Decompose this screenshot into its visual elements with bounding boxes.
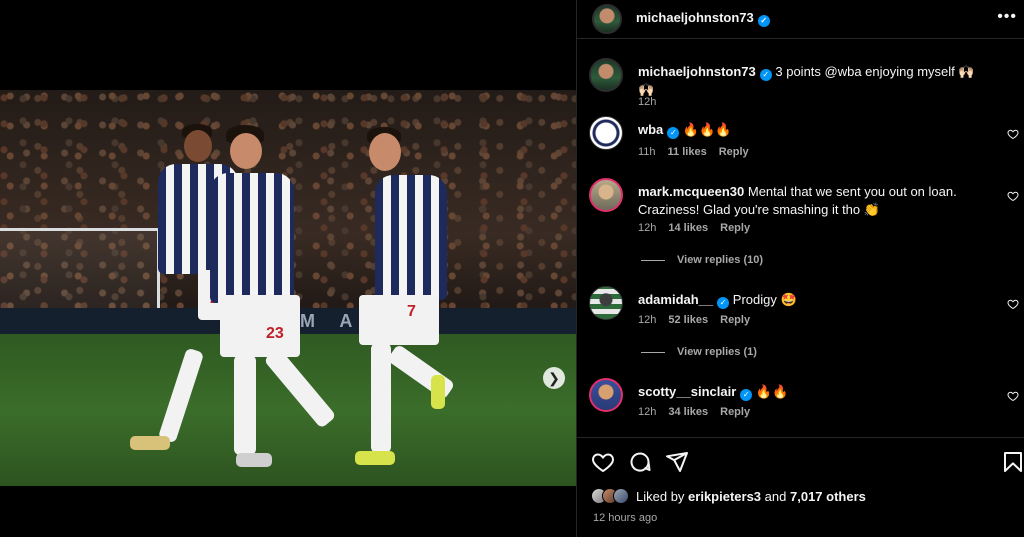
comment-item: scotty__sinclair ✓ 🔥🔥 12h 34 likes Reply: [589, 378, 1019, 428]
author-avatar[interactable]: [592, 3, 622, 34]
verified-badge-icon: ✓: [717, 297, 730, 309]
comment-item: mark.mcqueen30 Mental that we sent you o…: [589, 178, 1019, 278]
view-replies-text[interactable]: View replies (10): [677, 254, 763, 266]
liker-avatar[interactable]: [613, 488, 629, 504]
jersey-number-23: 23: [266, 325, 284, 342]
comment-body: scotty__sinclair ✓ 🔥🔥: [638, 383, 983, 401]
post-timestamp[interactable]: 12 hours ago: [593, 512, 657, 524]
jersey-number-7: 7: [407, 303, 416, 320]
caption-time[interactable]: 12h: [638, 96, 656, 108]
post-header: michaeljohnston73 ✓ •••: [577, 0, 1024, 37]
comment-meta: 12h 34 likes Reply: [638, 406, 750, 418]
liked-by-prefix: Liked by: [636, 488, 685, 504]
comment-body: mark.mcqueen30 Mental that we sent you o…: [638, 183, 983, 219]
comment-likes[interactable]: 11 likes: [668, 146, 707, 158]
heart-icon[interactable]: [1007, 298, 1019, 310]
caption-meta: 12h: [638, 96, 656, 108]
player-right: 7: [345, 125, 465, 475]
comment-username[interactable]: scotty__sinclair: [638, 384, 736, 399]
comment-body: wba ✓ 🔥🔥🔥: [638, 121, 983, 139]
post-side-panel: michaeljohnston73 ✓ ••• michaeljohnston73…: [576, 0, 1024, 537]
comment-time[interactable]: 11h: [638, 146, 656, 158]
comment-avatar[interactable]: [589, 378, 623, 412]
author-username[interactable]: michaeljohnston73 ✓: [636, 10, 770, 27]
comment-meta: 12h 14 likes Reply: [638, 222, 750, 234]
comment-meta: 12h 52 likes Reply: [638, 314, 750, 326]
comment-meta: 11h 11 likes Reply: [638, 146, 749, 158]
liked-by-text: Liked by erikpieters3 and 7,017 others: [636, 489, 866, 504]
comment-username[interactable]: mark.mcqueen30: [638, 184, 744, 199]
liked-by-and: and: [764, 488, 787, 504]
heart-icon[interactable]: [1007, 390, 1019, 402]
view-replies-button[interactable]: View replies (1): [641, 346, 757, 358]
comment-text: Prodigy 🤩: [732, 292, 797, 307]
player-center: 23: [180, 125, 340, 475]
view-replies-button[interactable]: View replies (10): [641, 254, 763, 266]
comment-likes[interactable]: 34 likes: [668, 406, 708, 418]
caption: michaeljohnston73 ✓ 3 points @wba enjoyin…: [589, 58, 1019, 108]
comments-list: michaeljohnston73 ✓ 3 points @wba enjoyin…: [577, 46, 1024, 436]
bookmark-save-icon[interactable]: [1001, 450, 1024, 474]
reply-button[interactable]: Reply: [720, 314, 750, 326]
comment-text: 🔥🔥: [755, 384, 789, 399]
comment-avatar[interactable]: [589, 116, 623, 150]
comment-time[interactable]: 12h: [638, 314, 656, 326]
comment-time[interactable]: 12h: [638, 406, 656, 418]
carousel-next-button[interactable]: ❯: [543, 367, 565, 389]
more-options-icon[interactable]: •••: [997, 8, 1017, 26]
comment-item: wba ✓ 🔥🔥🔥 11h 11 likes Reply: [589, 116, 1019, 166]
heart-icon[interactable]: [1007, 190, 1019, 202]
comment-likes[interactable]: 14 likes: [668, 222, 708, 234]
comment-bubble-icon[interactable]: [628, 450, 652, 474]
author-username-text[interactable]: michaeljohnston73: [636, 10, 754, 25]
view-replies-text[interactable]: View replies (1): [677, 346, 757, 358]
liked-by-row: Liked by erikpieters3 and 7,017 others: [591, 488, 866, 504]
caption-avatar[interactable]: [589, 58, 623, 92]
post-photo: M A R 2 23 7: [0, 90, 576, 486]
comment-username[interactable]: adamidah__: [638, 292, 713, 307]
heart-icon[interactable]: [1007, 128, 1019, 140]
actions-divider: [577, 437, 1024, 438]
comment-likes[interactable]: 52 likes: [668, 314, 708, 326]
header-divider: [577, 38, 1024, 39]
caption-body: michaeljohnston73 ✓ 3 points @wba enjoyin…: [638, 63, 983, 99]
post-media: M A R 2 23 7: [0, 0, 576, 537]
chevron-right-icon: ❯: [548, 370, 560, 386]
reply-button[interactable]: Reply: [720, 406, 750, 418]
post-actions-bar: [577, 447, 1024, 477]
liked-by-others[interactable]: 7,017 others: [790, 489, 866, 504]
view-replies-line: [641, 259, 665, 261]
verified-badge-icon: ✓: [740, 389, 753, 401]
comment-username[interactable]: wba: [638, 122, 663, 137]
caption-username[interactable]: michaeljohnston73: [638, 64, 756, 79]
verified-badge-icon: ✓: [667, 127, 680, 139]
comment-avatar[interactable]: [589, 178, 623, 212]
comment-text: 🔥🔥🔥: [682, 122, 732, 137]
comment-time[interactable]: 12h: [638, 222, 656, 234]
reply-button[interactable]: Reply: [720, 222, 750, 234]
comment-item: adamidah__ ✓ Prodigy 🤩 12h 52 likes Reply…: [589, 286, 1019, 366]
reply-button[interactable]: Reply: [719, 146, 749, 158]
verified-badge-icon: ✓: [759, 69, 772, 81]
like-heart-icon[interactable]: [591, 450, 615, 474]
comment-avatar[interactable]: [589, 286, 623, 320]
verified-badge-icon: ✓: [757, 15, 770, 27]
view-replies-line: [641, 351, 665, 353]
liked-by-user[interactable]: erikpieters3: [688, 489, 761, 504]
comment-body: adamidah__ ✓ Prodigy 🤩: [638, 291, 983, 309]
share-send-icon[interactable]: [665, 450, 689, 474]
